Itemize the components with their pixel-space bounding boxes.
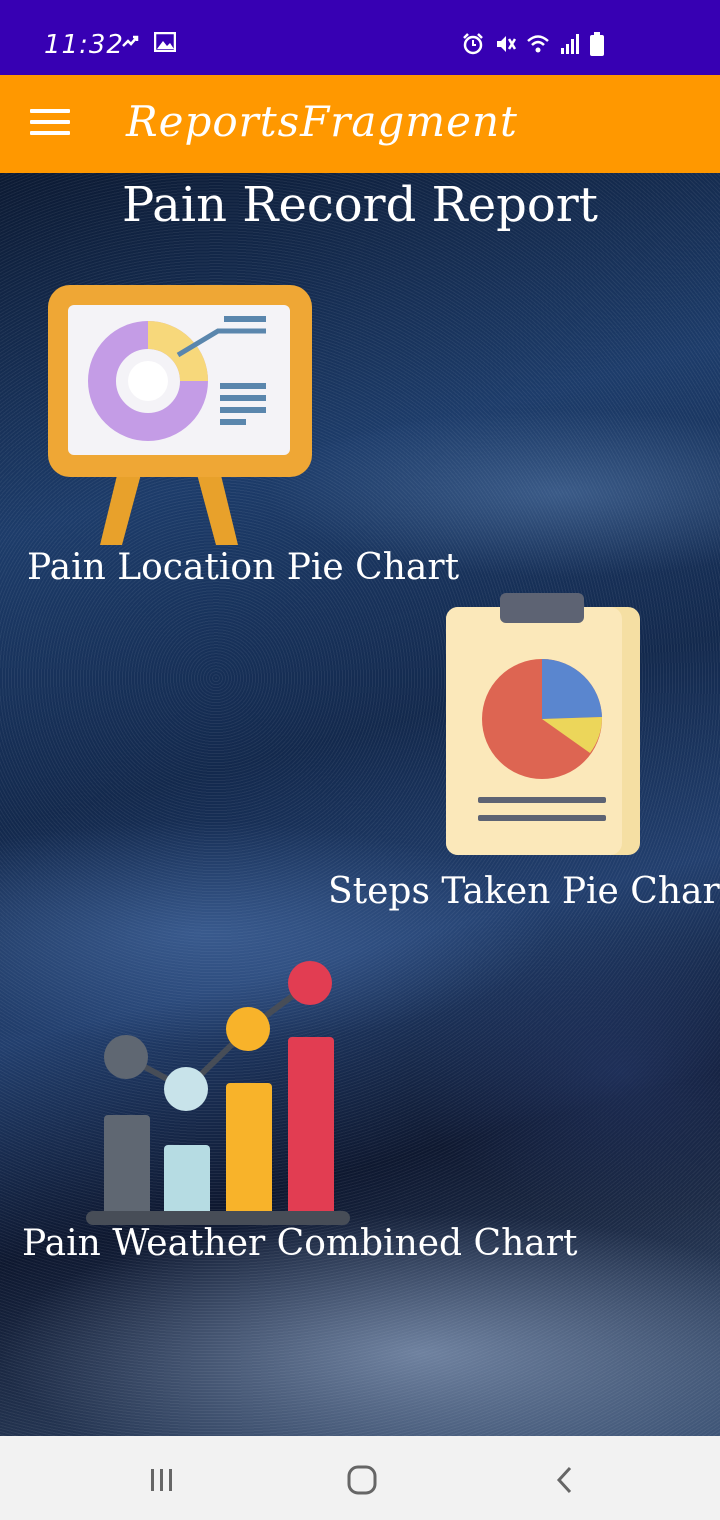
report-label: Pain Location Pie Chart [27, 547, 460, 588]
home-icon[interactable] [332, 1460, 392, 1500]
page-title: Pain Record Report [122, 177, 598, 233]
clipboard-pie-chart-icon [446, 593, 640, 855]
mute-icon [497, 36, 516, 52]
status-time: 11:32 [44, 30, 124, 60]
signal-icon [561, 34, 579, 54]
bar-line-chart-icon [86, 961, 350, 1225]
status-bar: 11:32 [0, 0, 720, 75]
system-nav-bar [0, 1436, 720, 1520]
pain-location-report-card[interactable]: Pain Location Pie Chart [20, 283, 459, 593]
presentation-pie-chart-icon [48, 285, 312, 545]
recents-icon[interactable] [132, 1460, 192, 1500]
pain-weather-report-card[interactable]: Pain Weather Combined Chart [20, 959, 577, 1279]
toolbar-title: ReportsFragment [126, 97, 518, 146]
alarm-icon [463, 33, 483, 55]
app-toolbar: ReportsFragment [0, 75, 720, 173]
reports-content: Pain Record Report Pain Location Pie Cha… [0, 173, 720, 1436]
image-icon [154, 32, 176, 52]
wifi-icon [527, 35, 549, 53]
battery-icon [590, 32, 604, 56]
report-label: Pain Weather Combined Chart [22, 1223, 578, 1264]
report-label: Steps Taken Pie Chart [328, 871, 720, 912]
steps-taken-report-card[interactable]: Steps Taken Pie Chart [320, 591, 720, 921]
back-icon[interactable] [534, 1460, 594, 1500]
hamburger-menu-icon[interactable] [30, 109, 70, 141]
sync-icon [122, 35, 139, 47]
